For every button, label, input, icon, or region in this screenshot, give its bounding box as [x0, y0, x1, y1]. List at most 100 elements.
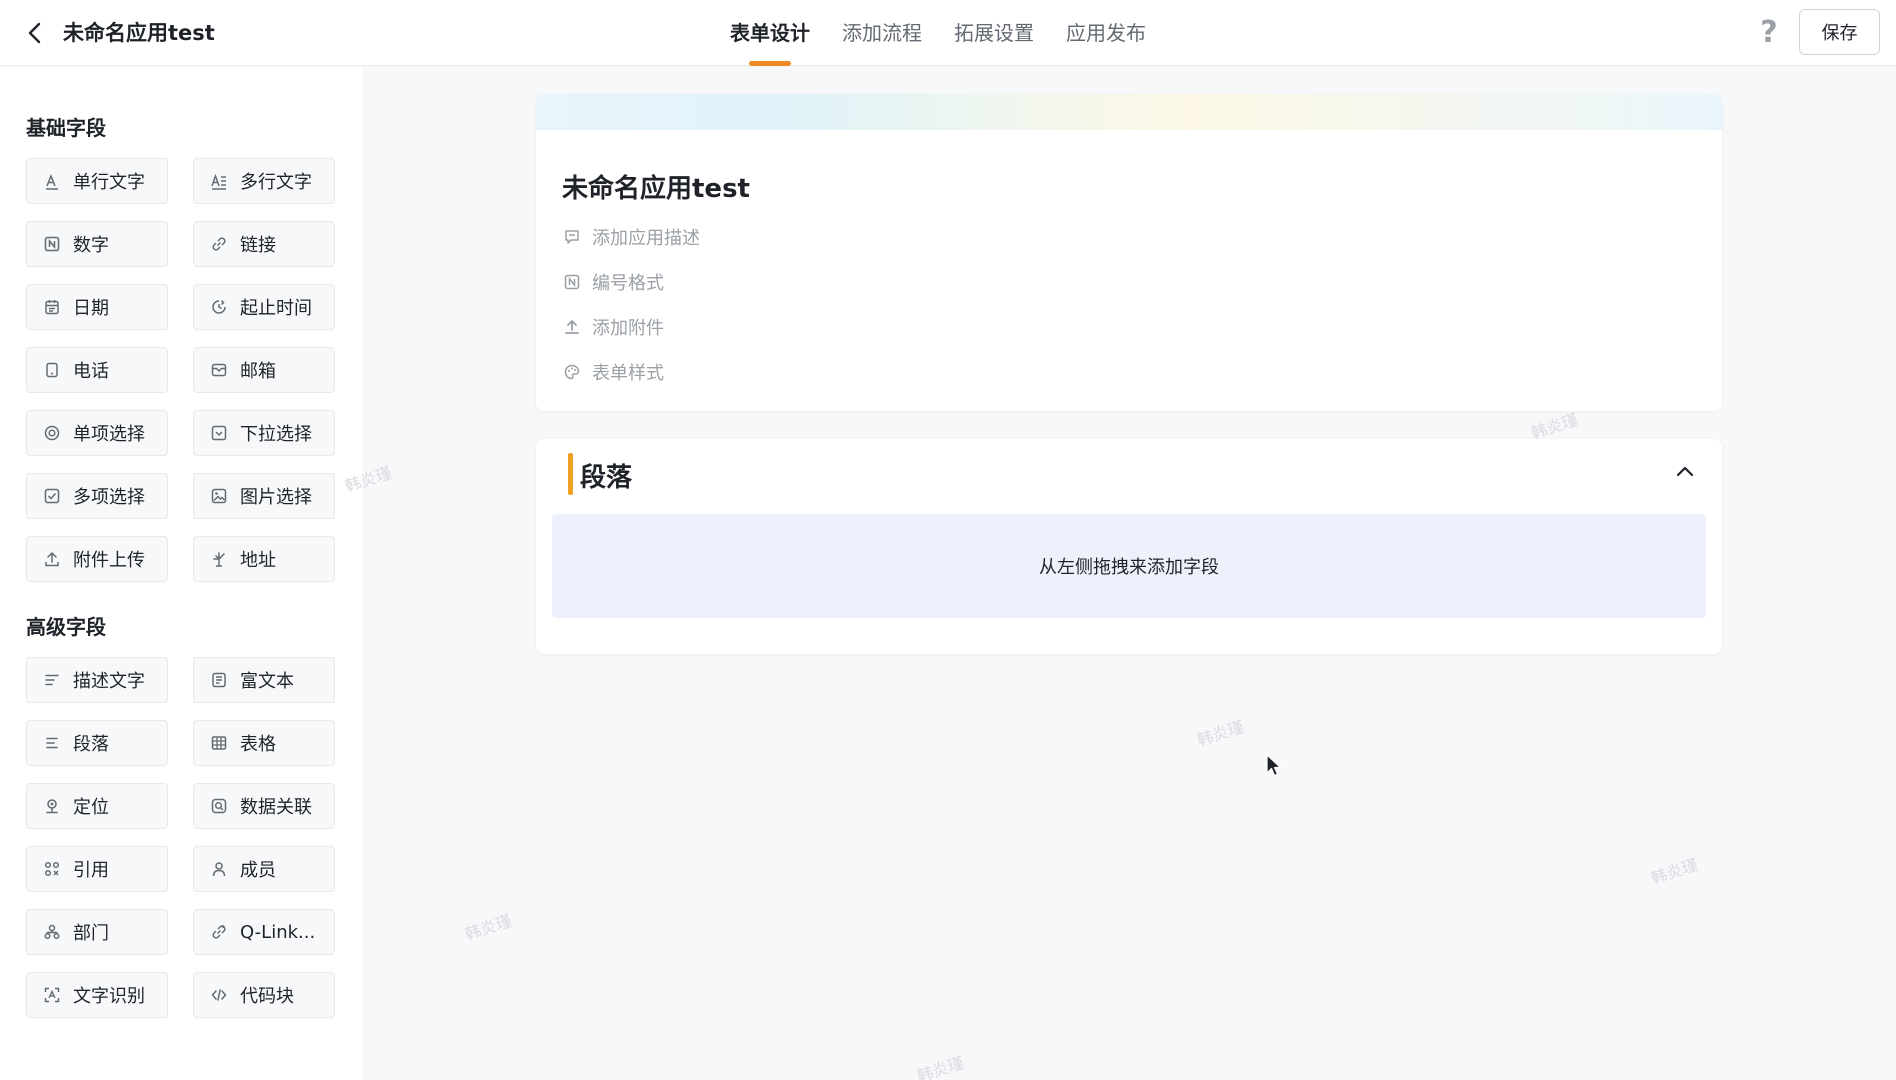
rich-text-icon: [208, 669, 230, 691]
field-calendar-button[interactable]: 日期: [26, 284, 168, 330]
field-label: 代码块: [240, 986, 294, 1007]
tab-add-flow[interactable]: 添加流程: [842, 0, 922, 66]
field-member-button[interactable]: 成员: [193, 846, 335, 892]
save-button[interactable]: 保存: [1799, 9, 1880, 55]
field-radio-button[interactable]: 单项选择: [26, 410, 168, 456]
paragraph-section-card: 段落 从左侧拖拽来添加字段: [536, 439, 1722, 654]
field-label: 数字: [73, 235, 109, 256]
field-label: 单项选择: [73, 424, 145, 445]
field-upload-button[interactable]: 附件上传: [26, 536, 168, 582]
reference-icon: [41, 858, 63, 880]
field-label: 多行文字: [240, 172, 312, 193]
description-icon: [41, 669, 63, 691]
field-label: 多项选择: [73, 487, 145, 508]
form-title[interactable]: 未命名应用test: [562, 168, 750, 205]
field-table-button[interactable]: 表格: [193, 720, 335, 766]
dropdown-icon: [208, 422, 230, 444]
palette-icon: [562, 362, 582, 382]
field-time-range-button[interactable]: 起止时间: [193, 284, 335, 330]
chevron-up-icon[interactable]: [1672, 459, 1698, 485]
image-icon: [208, 485, 230, 507]
calendar-icon: [41, 296, 63, 318]
mouse-cursor-icon: [1266, 754, 1282, 777]
field-label: 成员: [240, 860, 276, 881]
basic-fields-grid: 单行文字 多行文字数字 链接日期 起止时间电话 邮箱单项选择 下拉选择多项选择 图片选择附件…: [26, 158, 335, 582]
field-label: Q-Link...: [240, 921, 316, 943]
phone-icon: [41, 359, 63, 381]
form-banner: [536, 94, 1722, 130]
field-reference-button[interactable]: 引用: [26, 846, 168, 892]
tab-app-publish[interactable]: 应用发布: [1066, 0, 1146, 66]
field-data-link-button[interactable]: 数据关联: [193, 783, 335, 829]
tab-form-design[interactable]: 表单设计: [730, 0, 810, 66]
field-checkbox-button[interactable]: 多项选择: [26, 473, 168, 519]
field-label: 邮箱: [240, 361, 276, 382]
field-multiline-text-button[interactable]: 多行文字: [193, 158, 335, 204]
field-mail-button[interactable]: 邮箱: [193, 347, 335, 393]
radio-icon: [41, 422, 63, 444]
top-tabs: 表单设计 添加流程 拓展设置 应用发布: [730, 0, 1178, 66]
field-qlink-button[interactable]: Q-Link...: [193, 909, 335, 955]
field-label: 附件上传: [73, 550, 145, 571]
field-dropdown-button[interactable]: 下拉选择: [193, 410, 335, 456]
field-link-button[interactable]: 链接: [193, 221, 335, 267]
ocr-icon: [41, 984, 63, 1006]
add-attachment-option[interactable]: 添加附件: [562, 314, 664, 340]
field-label: 部门: [73, 923, 109, 944]
field-location-button[interactable]: 定位: [26, 783, 168, 829]
add-description-option[interactable]: 添加应用描述: [562, 224, 700, 250]
watermark: 韩炎瑾: [1194, 716, 1247, 750]
number-format-icon: [562, 272, 582, 292]
field-label: 链接: [240, 235, 276, 256]
field-label: 引用: [73, 860, 109, 881]
field-label: 图片选择: [240, 487, 312, 508]
field-label: 段落: [73, 734, 109, 755]
field-description-button[interactable]: 描述文字: [26, 657, 168, 703]
data-link-icon: [208, 795, 230, 817]
field-label: 表格: [240, 734, 276, 755]
field-label: 起止时间: [240, 298, 312, 319]
tab-extended-settings[interactable]: 拓展设置: [954, 0, 1034, 66]
code-icon: [208, 984, 230, 1006]
field-label: 电话: [73, 361, 109, 382]
field-ocr-button[interactable]: 文字识别: [26, 972, 168, 1018]
advanced-fields-grid: 描述文字 富文本段落 表格定位 数据关联引用 成员部门 Q-Link... 文字识别 代码块: [26, 657, 335, 1018]
field-label: 定位: [73, 797, 109, 818]
basic-fields-title: 基础字段: [26, 116, 106, 140]
back-arrow-icon[interactable]: [22, 20, 48, 46]
watermark: 韩炎瑾: [914, 1052, 967, 1080]
field-paragraph-button[interactable]: 段落: [26, 720, 168, 766]
form-style-option[interactable]: 表单样式: [562, 359, 664, 385]
field-address-button[interactable]: 地址: [193, 536, 335, 582]
section-title[interactable]: 段落: [580, 457, 632, 494]
comment-icon: [562, 227, 582, 247]
field-label: 下拉选择: [240, 424, 312, 445]
number-icon: [41, 233, 63, 255]
qlink-icon: [208, 921, 230, 943]
field-palette-sidebar: 基础字段 单行文字 多行文字数字 链接日期 起止时间电话 邮箱单项选择 下拉选择多项选择 图…: [0, 67, 362, 1080]
field-label: 日期: [73, 298, 109, 319]
app-title: 未命名应用test: [63, 21, 215, 45]
link-icon: [208, 233, 230, 255]
field-code-button[interactable]: 代码块: [193, 972, 335, 1018]
field-label: 数据关联: [240, 797, 312, 818]
field-image-button[interactable]: 图片选择: [193, 473, 335, 519]
field-text-button[interactable]: 单行文字: [26, 158, 168, 204]
advanced-fields-title: 高级字段: [26, 615, 106, 639]
field-department-button[interactable]: 部门: [26, 909, 168, 955]
field-number-button[interactable]: 数字: [26, 221, 168, 267]
field-label: 描述文字: [73, 671, 145, 692]
text-icon: [41, 170, 63, 192]
number-format-option[interactable]: 编号格式: [562, 269, 664, 295]
help-icon[interactable]: ?: [1754, 16, 1784, 50]
location-icon: [41, 795, 63, 817]
field-rich-text-button[interactable]: 富文本: [193, 657, 335, 703]
form-info-card: 未命名应用test 添加应用描述 编号格式 添加附件 表单样式: [536, 94, 1722, 411]
section-accent-bar: [568, 453, 573, 495]
field-drop-zone[interactable]: 从左侧拖拽来添加字段: [552, 514, 1706, 618]
attach-upload-icon: [562, 317, 582, 337]
field-label: 文字识别: [73, 986, 145, 1007]
field-phone-button[interactable]: 电话: [26, 347, 168, 393]
watermark: 韩炎瑾: [1648, 854, 1701, 888]
table-icon: [208, 732, 230, 754]
